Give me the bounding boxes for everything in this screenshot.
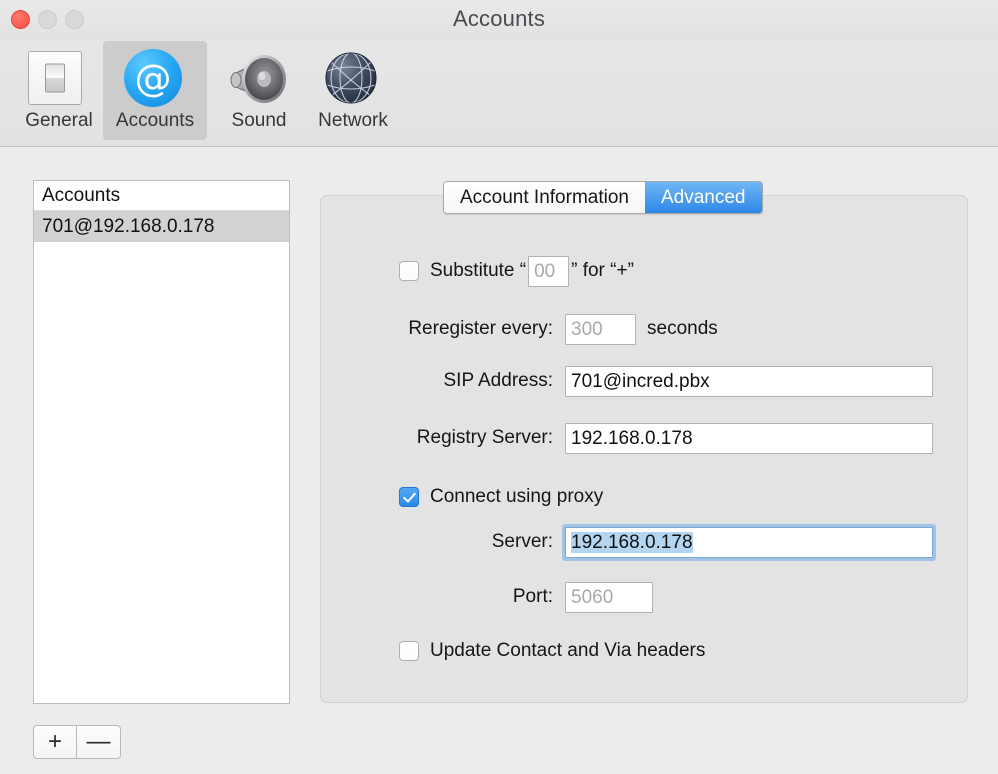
tab-advanced[interactable]: Advanced xyxy=(644,182,762,213)
speaker-icon xyxy=(228,47,290,109)
registry-server-label: Registry Server: xyxy=(416,427,553,448)
accounts-list-header: Accounts xyxy=(34,181,289,211)
sip-address-label: SIP Address: xyxy=(443,370,554,391)
title-bar: Accounts xyxy=(0,0,998,40)
toolbar-label-general: General xyxy=(25,110,93,131)
toolbar-label-sound: Sound xyxy=(231,110,287,131)
registry-server-input[interactable]: 192.168.0.178 xyxy=(565,422,933,454)
update-headers-row: Update Contact and Via headers xyxy=(399,636,705,666)
registry-server-row: Registry Server: 192.168.0.178 xyxy=(363,422,933,454)
reregister-row: Reregister every: 300 seconds xyxy=(363,313,718,345)
substitute-row: Substitute “ 00 ” for “+” xyxy=(399,255,634,287)
connect-using-proxy-checkbox[interactable] xyxy=(399,487,419,507)
proxy-port-label: Port: xyxy=(512,586,553,607)
toolbar-label-accounts: Accounts xyxy=(115,110,195,131)
add-account-button[interactable]: + xyxy=(33,725,77,759)
proxy-server-input[interactable]: 192.168.0.178 xyxy=(565,526,933,558)
proxy-server-row: Server: 192.168.0.178 xyxy=(363,526,933,558)
proxy-server-label: Server: xyxy=(491,531,553,552)
substitute-checkbox[interactable] xyxy=(399,261,419,281)
proxy-port-row: Port: 5060 xyxy=(363,581,653,613)
toolbar-label-network: Network xyxy=(318,110,388,131)
list-actions: + — xyxy=(33,725,121,759)
toolbar-item-sound[interactable]: Sound xyxy=(207,41,311,140)
at-sign-icon: @ xyxy=(124,47,186,109)
connect-using-proxy-row: Connect using proxy xyxy=(399,482,603,512)
preferences-toolbar: General @ Accounts Sound Network xyxy=(0,40,998,147)
list-item[interactable]: 701@192.168.0.178 xyxy=(34,211,289,242)
accounts-preferences-window: Accounts General @ Accounts Sound Networ… xyxy=(0,0,998,774)
toolbar-item-network[interactable]: Network xyxy=(301,41,405,140)
sip-address-row: SIP Address: 701@incred.pbx xyxy=(363,365,933,397)
remove-account-button[interactable]: — xyxy=(77,725,121,759)
reregister-suffix: seconds xyxy=(647,318,718,339)
reregister-label: Reregister every: xyxy=(408,318,553,339)
update-headers-checkbox[interactable] xyxy=(399,641,419,661)
proxy-port-input[interactable]: 5060 xyxy=(565,581,653,613)
window-title: Accounts xyxy=(452,6,546,31)
sip-address-input[interactable]: 701@incred.pbx xyxy=(565,365,933,397)
connect-using-proxy-label: Connect using proxy xyxy=(430,486,604,507)
substitute-label-after: ” for “+” xyxy=(571,260,634,281)
reregister-input[interactable]: 300 xyxy=(565,313,636,345)
switch-icon xyxy=(28,47,90,109)
update-headers-label: Update Contact and Via headers xyxy=(430,640,706,661)
toolbar-item-general[interactable]: General xyxy=(7,41,111,140)
toolbar-item-accounts[interactable]: @ Accounts xyxy=(103,41,207,140)
substitute-label-before: Substitute “ xyxy=(430,260,527,281)
advanced-tab-panel: Substitute “ 00 ” for “+” Reregister eve… xyxy=(320,195,968,703)
tab-account-information[interactable]: Account Information xyxy=(444,182,645,213)
globe-icon xyxy=(322,47,384,109)
substitute-value-field[interactable]: 00 xyxy=(528,255,570,287)
accounts-list: Accounts 701@192.168.0.178 xyxy=(33,180,290,704)
tab-bar: Account Information Advanced xyxy=(443,181,763,214)
proxy-server-selected-text: 192.168.0.178 xyxy=(571,531,693,553)
content-area: Accounts 701@192.168.0.178 + — Account I… xyxy=(0,147,998,774)
